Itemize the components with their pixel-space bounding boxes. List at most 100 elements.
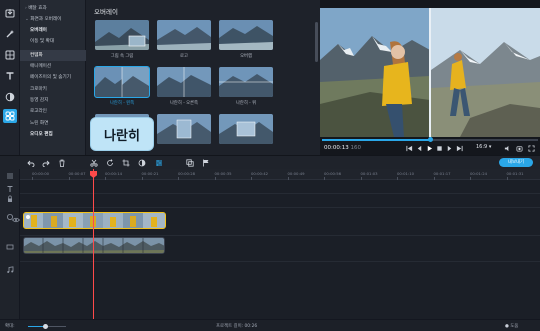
category-item-selected[interactable]: 컨템화 [20,50,86,61]
lane-divider [20,261,540,262]
frame-back-icon[interactable] [415,144,423,152]
panel-title: 오버레이 [94,8,118,16]
ruler-tick-label: 00:00:28 [178,171,196,176]
snapshot-icon[interactable] [515,144,523,152]
stop-icon[interactable] [435,144,443,152]
lane-divider [20,235,540,236]
ruler-tick [251,177,252,180]
ruler-tick-label: 00:00:35 [214,171,232,176]
category-item[interactable]: 이동 및 확대 [20,36,86,47]
category-item[interactable]: 오디오 편집 [20,129,86,140]
more-tools-icon[interactable] [3,109,17,123]
ruler-tick [214,177,216,180]
effect-thumb-logo[interactable] [157,20,211,50]
ruler-tick [32,177,33,180]
undo-icon[interactable] [27,159,35,167]
export-button[interactable]: 내보내기 [499,158,533,167]
effect-thumb-picture-in-picture[interactable] [95,20,149,50]
effect-tooltip: 나란히 [91,118,153,150]
effect-thumb-side-by-side-left[interactable] [94,66,150,98]
clip-properties-icon[interactable] [155,159,163,167]
ruler-tick-label: 00:01:10 [397,171,415,176]
ruler-tick-label: 00:01:31 [506,171,524,176]
effects-scrollbar[interactable] [315,22,318,62]
color-adjust-icon[interactable] [138,159,146,167]
zoom-slider[interactable] [28,324,66,329]
delete-icon[interactable] [58,159,66,167]
redo-icon[interactable] [42,159,50,167]
category-item[interactable]: ⌄ 화면과 오버레이 [20,14,86,25]
ruler-tick [68,177,70,180]
effect-label: 그림 속 그림 [110,54,134,59]
category-item[interactable]: 동영 감지 [20,95,86,106]
zoom-label: 확대: [5,324,15,329]
play-icon[interactable] [425,144,433,152]
effect-thumb-side-by-side-top[interactable] [219,67,273,97]
ruler-tick-label: 00:00:00 [32,171,50,176]
track-settings-icon[interactable] [4,172,16,180]
overlay-clip[interactable] [23,212,166,229]
category-item-overlay[interactable]: 오버레이 [20,25,86,36]
playhead-line[interactable] [93,169,94,319]
aspect-ratio-select[interactable]: 16:9 ▾ [476,144,491,150]
cut-icon[interactable] [90,159,98,167]
ruler-tick [360,177,362,180]
import-icon[interactable] [3,6,17,20]
timecode: 00:00:13 [324,145,349,151]
effect-label: 나란히 - 위 [235,101,257,106]
skip-start-icon[interactable] [405,144,413,152]
effect-thumb-side-by-side-right[interactable] [157,67,211,97]
category-item[interactable]: 페이즈이의 및 숨기기 [20,72,86,83]
rotate-icon[interactable] [106,159,114,167]
category-item[interactable]: 애니메이션 [20,61,86,72]
effect-thumb[interactable] [157,114,211,144]
text-track-icon[interactable] [4,185,16,193]
ruler-tick [433,177,435,180]
fullscreen-icon[interactable] [527,144,535,152]
effect-thumb-overlap[interactable] [219,20,273,50]
project-duration: 프로젝트 길이: 00:26 [216,324,258,329]
preview-player: 00:00:13 160 [320,0,540,160]
skip-end-icon[interactable] [455,144,463,152]
track-headers [0,169,20,319]
ruler-tick-label: 00:00:14 [105,171,123,176]
zoom-knob[interactable] [42,324,48,329]
timeline: 00:00:00 00:00:07 00:00:14 00:00:21 00:00:28… [0,169,540,319]
category-item[interactable]: › 배달 효과 [20,3,86,14]
titles-icon[interactable] [3,69,17,83]
category-item[interactable]: 크로마키 [20,84,86,95]
effect-label: 오버랩 [240,54,252,59]
status-bar: 확대: 프로젝트 길이: 00:26 ● 도움 [0,319,540,331]
ruler-tick-label: 00:01:17 [433,171,451,176]
effect-thumb[interactable] [219,114,273,144]
main-video-clip[interactable] [23,237,165,254]
category-item[interactable]: 로고라인 [20,106,86,117]
ruler-tick [141,177,143,180]
crop-icon[interactable] [122,159,130,167]
magic-wand-icon[interactable] [3,27,17,41]
category-label: 화면과 오버레이 [30,17,62,22]
timeline-ruler[interactable]: 00:00:00 00:00:07 00:00:14 00:00:21 00:00:28… [20,169,540,180]
filters-icon[interactable] [3,48,17,62]
flag-icon[interactable] [202,159,210,167]
timecode-fraction: 160 [350,145,361,151]
ruler-tick-label: 00:00:21 [141,171,159,176]
help-button[interactable]: ● 도움 [505,323,518,329]
audio-track-icon[interactable] [4,266,16,274]
eye-icon[interactable] [10,216,22,224]
category-item[interactable]: 느린 화면 [20,118,86,129]
overlay-icon[interactable] [186,159,194,167]
ruler-tick-label: 00:00:07 [68,171,86,176]
category-menu: › 배달 효과 ⌄ 화면과 오버레이 오버레이 이동 및 확대 컨템화 애니메이… [20,0,86,155]
transitions-icon[interactable] [3,90,17,104]
preview-video[interactable] [320,8,540,137]
preview-progress-bar[interactable] [322,137,538,142]
ruler-tick [506,177,508,180]
lock-icon[interactable] [4,195,16,203]
video-track-icon[interactable] [4,243,16,251]
ruler-tick-label: 00:00:56 [324,171,342,176]
frame-forward-icon[interactable] [445,144,453,152]
volume-icon[interactable] [503,144,511,152]
progress-knob[interactable] [427,137,433,142]
ruler-tick-label: 00:00:42 [251,171,269,176]
